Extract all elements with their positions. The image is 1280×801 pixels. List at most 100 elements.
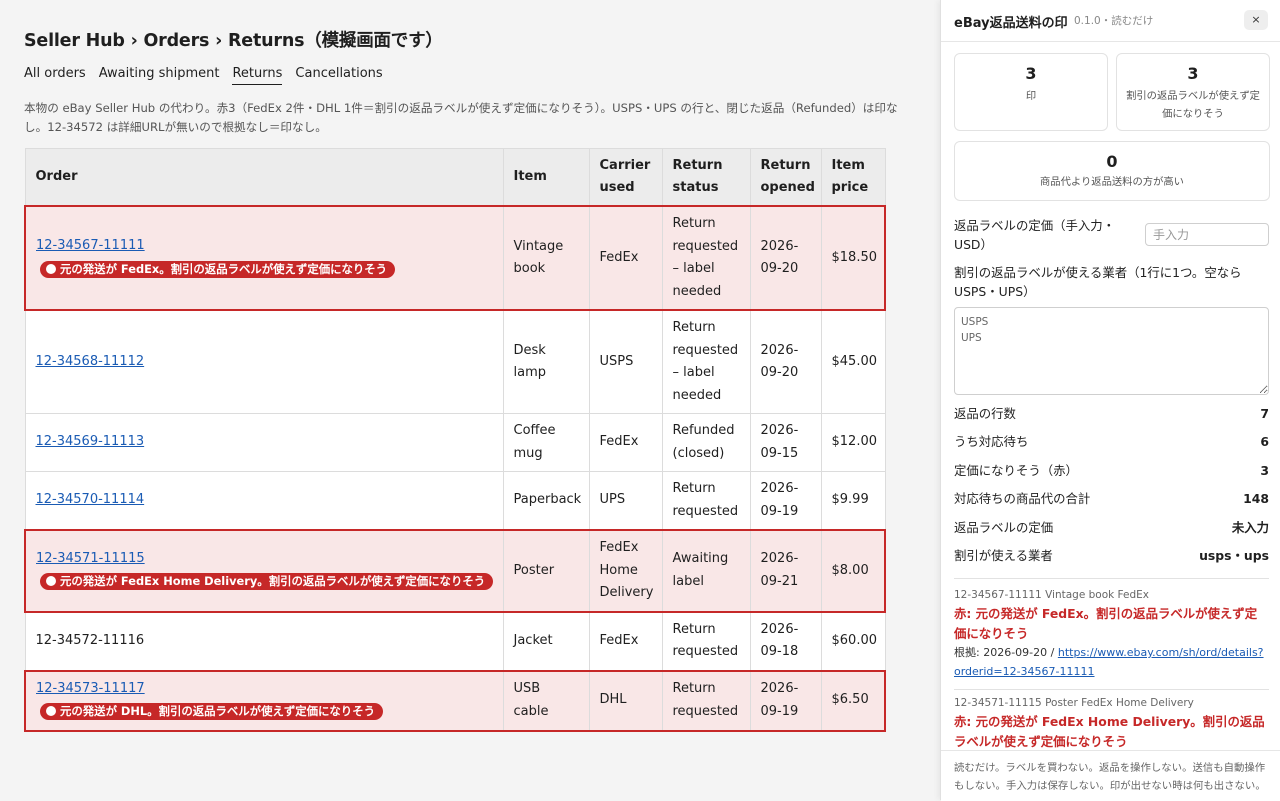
summary-label: うち対応待ち <box>954 434 1029 449</box>
summary-label: 返品の行数 <box>954 406 1016 421</box>
order-number: 12-34572-11116 <box>35 632 145 648</box>
order-cell: 12-34568-11112 <box>24 309 504 414</box>
seller-hub-page: Seller Hub › Orders › Returns（模擬画面です） Al… <box>0 0 940 800</box>
item-cell: Desk lamp <box>502 309 590 414</box>
table-row: 12-34567-11111 元の発送が FedEx。割引の返品ラベルが使えず定… <box>24 205 886 311</box>
order-link[interactable]: 12-34573-11117 <box>36 681 145 696</box>
summary-label: 対応待ちの商品代の合計 <box>954 491 1091 506</box>
stat-label: 商品代より返品送料の方が高い <box>1040 176 1184 188</box>
carrier-cell: USPS <box>588 309 663 414</box>
stat-label: 印 <box>1025 90 1037 102</box>
item-cell: Poster <box>502 529 590 613</box>
summary-row: うち対応待ち 6 <box>954 433 1269 451</box>
price-cell: $12.00 <box>820 413 886 472</box>
divider <box>954 689 1269 690</box>
summary-value: 7 <box>1260 406 1269 421</box>
order-link[interactable]: 12-34567-11111 <box>36 238 145 253</box>
item-cell: Jacket <box>502 611 590 671</box>
table-row: 12-34572-11116 Jacket FedEx Return reque… <box>24 611 886 671</box>
carrier-cell: FedEx <box>588 611 663 671</box>
label-price-input[interactable] <box>1145 223 1269 246</box>
opened-cell: 2026-09-18 <box>749 611 822 671</box>
item-cell: USB cable <box>502 669 590 732</box>
warning-badge-text: 元の発送が FedEx Home Delivery。割引の返品ラベルが使えず定価… <box>60 574 486 589</box>
finding-basis-prefix: 根拠: 2026-09-20 / <box>954 646 1058 659</box>
opened-cell: 2026-09-20 <box>749 205 822 311</box>
order-cell: 12-34573-11117 元の発送が DHL。割引の返品ラベルが使えず定価に… <box>24 669 504 732</box>
summary-label: 割引が使える業者 <box>954 548 1053 563</box>
tab-awaiting-shipment[interactable]: Awaiting shipment <box>99 66 220 85</box>
opened-cell: 2026-09-21 <box>749 529 822 613</box>
status-cell: Return requested <box>661 669 751 732</box>
item-cell: Paperback <box>502 471 590 531</box>
order-link[interactable]: 12-34569-11113 <box>36 434 145 449</box>
order-link[interactable]: 12-34568-11112 <box>36 354 145 369</box>
opened-cell: 2026-09-15 <box>749 413 822 472</box>
panel-title: eBay返品送料の印 <box>954 16 1068 31</box>
table-row: 12-34573-11117 元の発送が DHL。割引の返品ラベルが使えず定価に… <box>24 669 886 732</box>
price-cell: $9.99 <box>820 471 886 531</box>
summary-label: 返品ラベルの定価 <box>954 520 1054 535</box>
order-cell: 12-34570-11114 <box>24 471 504 531</box>
orders-tabs: All orders Awaiting shipment Returns Can… <box>24 66 383 85</box>
item-cell: Coffee mug <box>502 413 590 472</box>
page-description: 本物の eBay Seller Hub の代わり。赤3（FedEx 2件・DHL… <box>24 101 898 134</box>
tab-cancellations[interactable]: Cancellations <box>295 66 382 85</box>
tab-returns[interactable]: Returns <box>232 66 283 85</box>
summary-value: 148 <box>1243 491 1269 506</box>
stat-value: 0 <box>1106 152 1118 171</box>
price-cell: $45.00 <box>820 309 886 414</box>
status-cell: Return requested – label needed <box>661 309 751 414</box>
warning-badge-text: 元の発送が FedEx。割引の返品ラベルが使えず定価になりそう <box>60 261 388 276</box>
stat-card-full-price: 3 割引の返品ラベルが使えず定価になりそう <box>1116 53 1270 131</box>
summary-value: usps・ups <box>1199 548 1269 563</box>
warning-badge: 元の発送が DHL。割引の返品ラベルが使えず定価になりそう <box>40 703 383 720</box>
dot-icon <box>46 576 56 587</box>
order-cell: 12-34567-11111 元の発送が FedEx。割引の返品ラベルが使えず定… <box>24 205 504 311</box>
table-header-row: Order Item Carrier used Return status Re… <box>24 148 886 207</box>
column-header-carrier: Carrier used <box>588 148 663 207</box>
summary-value: 6 <box>1260 434 1269 449</box>
status-cell: Return requested <box>661 611 751 671</box>
return-shipping-panel: eBay返品送料の印 0.1.0・読むだけ × 3 印 3 割引の返品ラベルが使… <box>940 0 1280 801</box>
warning-badge: 元の発送が FedEx Home Delivery。割引の返品ラベルが使えず定価… <box>40 573 494 591</box>
warning-badge: 元の発送が FedEx。割引の返品ラベルが使えず定価になりそう <box>40 260 396 278</box>
finding-flag-text: 赤: 元の発送が FedEx。割引の返品ラベルが使えず定価になりそう <box>954 606 1258 641</box>
column-header-return-opened: Return opened <box>749 148 822 207</box>
stat-card-flags: 3 印 <box>954 53 1108 131</box>
close-button[interactable]: × <box>1244 10 1268 30</box>
price-cell: $18.50 <box>820 205 886 311</box>
summary-row: 定価になりそう（赤） 3 <box>954 462 1269 480</box>
stat-value: 3 <box>1025 64 1037 83</box>
opened-cell: 2026-09-19 <box>749 471 822 531</box>
status-cell: Refunded (closed) <box>661 413 751 472</box>
stat-value: 3 <box>1187 64 1199 83</box>
label-price-field: 返品ラベルの定価（手入力・USD） <box>954 218 1116 252</box>
returns-table: Order Item Carrier used Return status Re… <box>24 148 886 732</box>
stat-label: 割引の返品ラベルが使えず定価になりそう <box>1126 90 1260 120</box>
finding-basis: 根拠: 2026-09-20 / https://www.ebay.com/sh… <box>954 643 1269 681</box>
stat-card-shipping-exceeds: 0 商品代より返品送料の方が高い <box>954 141 1270 201</box>
carrier-cell: FedEx <box>588 413 663 472</box>
column-header-item: Item <box>502 148 590 207</box>
column-header-order: Order <box>24 148 504 207</box>
order-link[interactable]: 12-34570-11114 <box>36 492 145 507</box>
table-row: 12-34568-11112 Desk lamp USPS Return req… <box>24 309 886 414</box>
dot-icon <box>46 706 56 716</box>
summary-row: 対応待ちの商品代の合計 148 <box>954 490 1269 508</box>
opened-cell: 2026-09-20 <box>749 309 822 414</box>
page-title: Seller Hub › Orders › Returns（模擬画面です） <box>24 31 443 51</box>
footer-note: 読むだけ。ラベルを買わない。返品を操作しない。送信も自動操作もしない。手入力は保… <box>954 762 1266 792</box>
dot-icon <box>46 263 56 274</box>
warning-badge-text: 元の発送が DHL。割引の返品ラベルが使えず定価になりそう <box>60 704 375 718</box>
summary-row: 返品ラベルの定価 未入力 <box>954 519 1269 537</box>
tab-all-orders[interactable]: All orders <box>24 66 86 85</box>
summary-value: 未入力 <box>1231 520 1269 535</box>
order-cell: 12-34571-11115 元の発送が FedEx Home Delivery… <box>24 529 504 613</box>
order-cell: 12-34569-11113 <box>24 413 504 472</box>
order-link[interactable]: 12-34571-11115 <box>36 551 145 566</box>
status-cell: Return requested <box>661 471 751 531</box>
panel-header: eBay返品送料の印 0.1.0・読むだけ × <box>941 0 1280 42</box>
carriers-textarea[interactable] <box>954 307 1269 395</box>
order-cell: 12-34572-11116 <box>24 611 504 671</box>
